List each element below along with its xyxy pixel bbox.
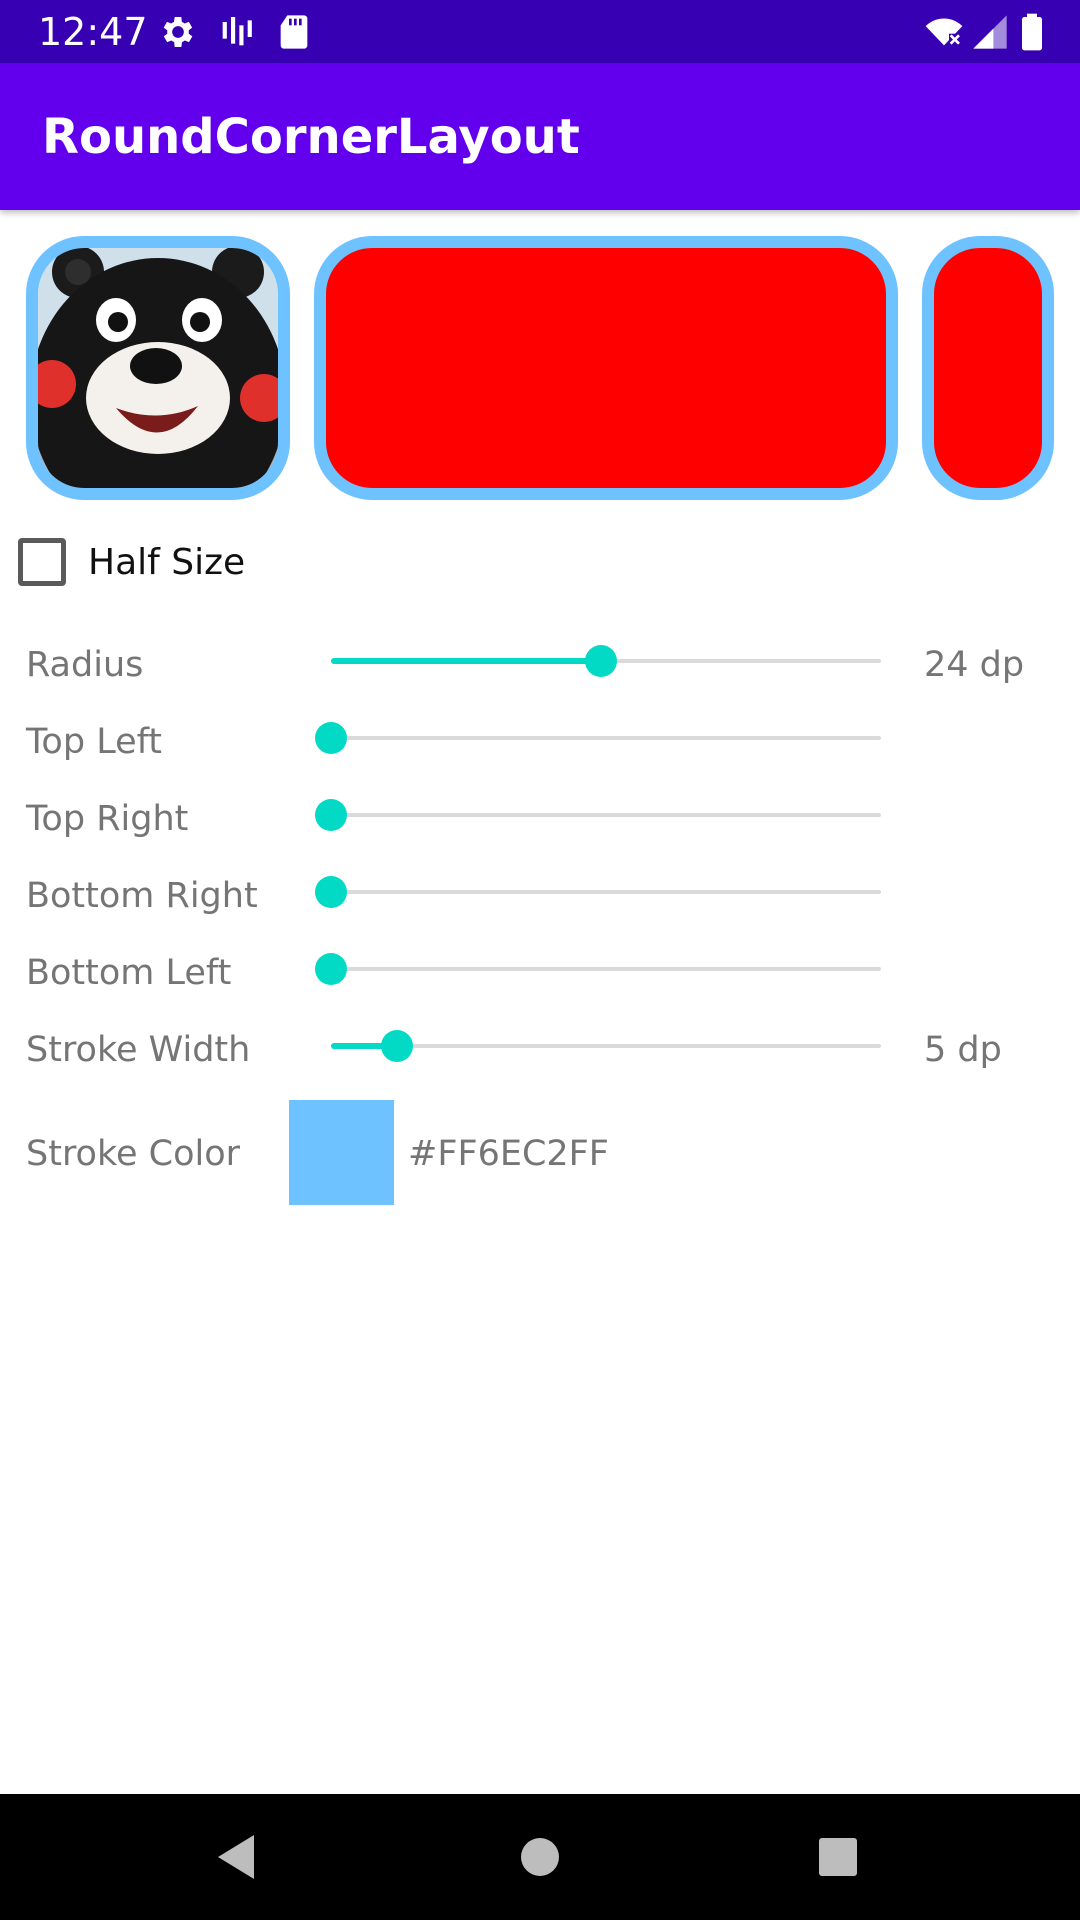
app-bar: RoundCornerLayout	[0, 63, 1080, 210]
sd-card-icon	[274, 12, 314, 52]
half-size-label: Half Size	[88, 541, 246, 583]
cell-signal-icon	[970, 12, 1010, 52]
slider-track	[331, 813, 881, 817]
app-title: RoundCornerLayout	[42, 109, 580, 165]
top-right-label: Top Right	[26, 799, 189, 839]
radius-slider[interactable]	[331, 641, 881, 681]
slider-thumb[interactable]	[381, 1030, 413, 1062]
stroke-color-swatch[interactable]	[289, 1100, 394, 1205]
stroke-width-label: Stroke Width	[26, 1030, 251, 1070]
back-icon[interactable]	[210, 1827, 270, 1887]
status-time: 12:47	[38, 10, 148, 54]
slider-track	[331, 736, 881, 740]
radius-label: Radius	[26, 645, 144, 685]
bear-mascot-image	[38, 248, 278, 488]
slider-fill	[331, 658, 601, 664]
bottom-left-slider[interactable]	[315, 949, 881, 989]
navigation-bar	[0, 1794, 1080, 1920]
bottom-right-label: Bottom Right	[26, 876, 258, 916]
radius-value: 24 dp	[924, 645, 1025, 685]
slider-thumb[interactable]	[315, 799, 347, 831]
half-size-checkbox[interactable]: Half Size	[18, 536, 245, 588]
slider-thumb[interactable]	[315, 953, 347, 985]
top-right-slider[interactable]	[315, 795, 881, 835]
bottom-left-label: Bottom Left	[26, 953, 232, 993]
slider-thumb[interactable]	[584, 645, 617, 677]
stroke-width-slider[interactable]	[331, 1026, 881, 1066]
slider-track	[331, 890, 881, 894]
status-bar: 12:47	[0, 0, 1080, 63]
signal-bars-icon	[216, 12, 256, 52]
stroke-color-value: #FF6EC2FF	[408, 1134, 609, 1174]
battery-icon	[1012, 12, 1052, 52]
preview-wide-rounded	[314, 236, 898, 500]
home-icon[interactable]	[510, 1827, 570, 1887]
stroke-color-label: Stroke Color	[26, 1134, 241, 1174]
checkbox-box[interactable]	[18, 538, 66, 586]
stroke-width-value: 5 dp	[924, 1030, 1002, 1070]
wifi-icon	[920, 12, 968, 52]
bottom-right-slider[interactable]	[315, 872, 881, 912]
preview-narrow-rounded	[922, 236, 1054, 500]
settings-icon	[158, 12, 198, 52]
recents-icon[interactable]	[808, 1827, 868, 1887]
slider-track	[331, 967, 881, 971]
slider-thumb[interactable]	[315, 722, 347, 754]
slider-track	[331, 1044, 881, 1048]
preview-image-rounded	[26, 236, 290, 500]
slider-thumb[interactable]	[315, 876, 347, 908]
top-left-slider[interactable]	[315, 718, 881, 758]
top-left-label: Top Left	[26, 722, 163, 762]
